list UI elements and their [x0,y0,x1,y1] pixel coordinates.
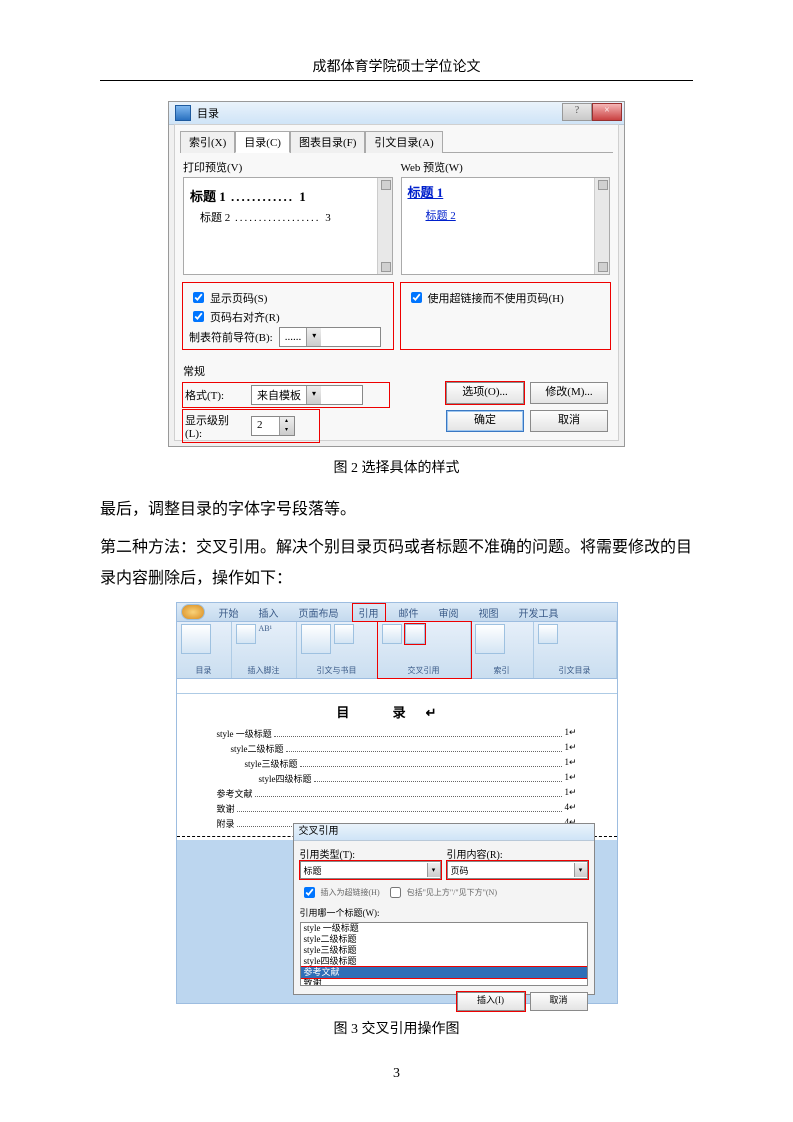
xref-cancel-button[interactable]: 取消 [530,992,588,1011]
tab-leader-combo[interactable]: ......▾ [279,327,381,347]
ref-type-combo[interactable]: 标题▾ [300,861,441,879]
header-rule [100,80,693,81]
cross-ref-dialog: 交叉引用 引用类型(T): 标题▾ 引用内容(R): 页码▾ 插入为超链接(H)… [293,823,595,995]
insert-as-label: 引用内容(R): [447,846,588,861]
web-preview: 标题 1 标题 2 [401,177,611,275]
close-button[interactable]: × [592,103,622,121]
toc-dialog: 目录 ? × 索引(X) 目录(C) 图表目录(F) 引文目录(A) 打印预览(… [168,101,625,447]
citation-icon[interactable] [301,624,331,654]
insert-as-combo[interactable]: 页码▾ [447,861,588,879]
tab-mailings[interactable]: 邮件 [393,604,425,621]
doc-title: 目 录↵ [217,702,577,721]
footnote-icon[interactable] [236,624,256,644]
tab-references[interactable]: 引用 [353,604,385,621]
tab-leader-label: 制表符前导符(B): [189,329,273,345]
for-which-label: 引用哪一个标题(W): [300,906,588,919]
web-preview-label: Web 预览(W) [401,159,611,175]
toc-icon[interactable] [181,624,211,654]
captions-group: 交叉引用 [378,622,471,678]
insert-button[interactable]: 插入(I) [457,992,525,1011]
format-label: 格式(T): [185,387,245,403]
use-hyperlinks-checkbox[interactable]: 使用超链接而不使用页码(H) [407,289,605,306]
hyperlink-options: 使用超链接而不使用页码(H) [401,283,611,349]
page-header: 成都体育学院硕士学位论文 [100,56,693,76]
dialog-icon [175,105,191,121]
tab-dev[interactable]: 开发工具 [513,604,565,621]
general-label: 常规 [183,363,610,379]
scrollbar[interactable] [594,178,609,274]
modify-button[interactable]: 修改(M)... [530,382,608,404]
insert-hyperlink-checkbox[interactable]: 插入为超链接(H) [300,884,380,901]
tab-view[interactable]: 视图 [473,604,505,621]
index-icon[interactable] [475,624,505,654]
tab-toc[interactable]: 目录(C) [235,131,290,153]
ref-type-label: 引用类型(T): [300,846,441,861]
levels-spinner[interactable]: 2▴▾ [251,416,295,436]
tab-layout[interactable]: 页面布局 [293,604,345,621]
word-screenshot: 开始 插入 页面布局 引用 邮件 审阅 视图 开发工具 目录 AB¹插入脚注 引… [176,602,618,1004]
tab-index[interactable]: 索引(X) [180,131,235,153]
cancel-button[interactable]: 取消 [530,410,608,432]
tab-authorities[interactable]: 引文目录(A) [365,131,442,153]
right-align-checkbox[interactable]: 页码右对齐(R) [189,308,387,325]
show-page-numbers-checkbox[interactable]: 显示页码(S) [189,289,387,306]
ruler [177,679,617,694]
insert-caption-icon[interactable] [382,624,402,644]
help-button[interactable]: ? [562,103,592,121]
titlebar: 目录 ? × [169,102,624,125]
xref-title: 交叉引用 [294,824,594,841]
format-combo[interactable]: 来自模板▾ [251,385,363,405]
page-number: 3 [0,1066,793,1082]
tab-insert[interactable]: 插入 [253,604,285,621]
page-number-options: 显示页码(S) 页码右对齐(R) 制表符前导符(B): ......▾ [183,283,393,349]
dialog-title: 目录 [197,105,219,121]
figure-3-caption: 图 3 交叉引用操作图 [100,1018,693,1038]
office-button[interactable] [181,604,205,620]
paragraph-1: 最后，调整目录的字体字号段落等。 [100,495,693,525]
ribbon-tabs: 开始 插入 页面布局 引用 邮件 审阅 视图 开发工具 [177,603,617,621]
include-above-checkbox[interactable]: 包括"见上方"/"见下方"(N) [386,884,497,901]
options-button[interactable]: 选项(O)... [446,382,524,404]
ok-button[interactable]: 确定 [446,410,524,432]
document-area: 目 录↵ style 一级标题1↵ style二级标题1↵ style三级标题1… [177,694,617,840]
levels-label: 显示级别(L): [185,412,245,440]
cross-reference-icon[interactable] [405,624,425,644]
print-preview-label: 打印预览(V) [183,159,393,175]
tab-home[interactable]: 开始 [213,604,245,621]
paragraph-2: 第二种方法：交叉引用。解决个别目录页码或者标题不准确的问题。将需要修改的目录内容… [100,533,693,594]
figure-2-caption: 图 2 选择具体的样式 [100,457,693,477]
selected-heading: 参考文献 [301,967,587,978]
dialog-tabs: 索引(X) 目录(C) 图表目录(F) 引文目录(A) [175,126,618,153]
print-preview: 标题 1 ............ 1 标题 2 ...............… [183,177,393,275]
tab-figures[interactable]: 图表目录(F) [290,131,365,153]
heading-list[interactable]: style 一级标题 style二级标题 style三级标题 style四级标题… [300,922,588,986]
tab-review[interactable]: 审阅 [433,604,465,621]
ribbon: 目录 AB¹插入脚注 引文与书目 交叉引用 索引 引文目录 [177,621,617,679]
scrollbar[interactable] [377,178,392,274]
